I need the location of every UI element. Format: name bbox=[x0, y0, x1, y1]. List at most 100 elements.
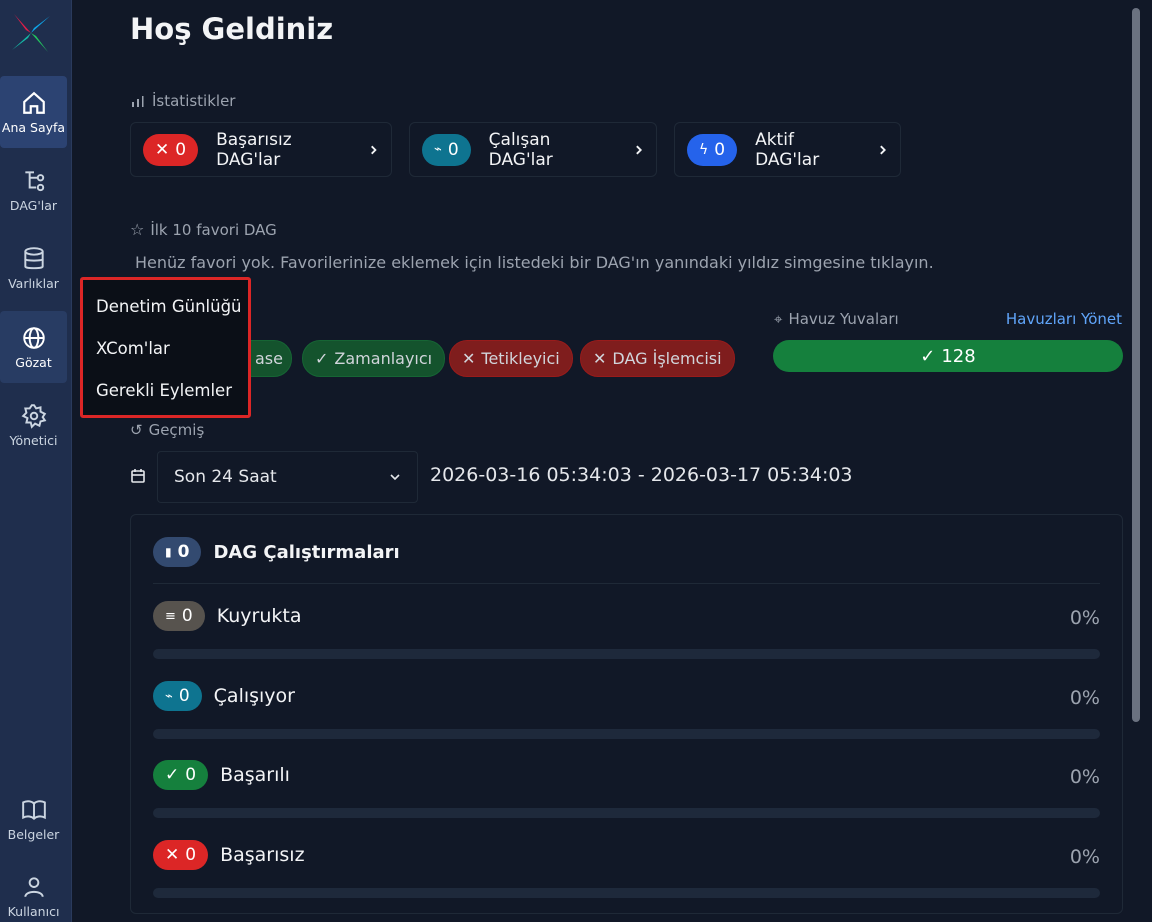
failed-dags-count-badge: ✕ 0 bbox=[143, 133, 199, 166]
check-icon: ✓ bbox=[165, 765, 180, 785]
sidebar-item-label: Ana Sayfa bbox=[1, 119, 66, 135]
pool-icon: ⌖ bbox=[774, 310, 783, 328]
health-badge-label: Zamanlayıcı bbox=[334, 349, 433, 368]
menu-item-audit-log[interactable]: Denetim Günlüğü bbox=[96, 292, 248, 334]
scrollbar[interactable] bbox=[1132, 8, 1140, 722]
user-icon bbox=[23, 876, 44, 897]
chevron-right-icon bbox=[879, 145, 886, 154]
dag-runs-header: ▮ 0 DAG Çalıştırmaları bbox=[153, 537, 400, 567]
check-icon: ✓ bbox=[920, 345, 936, 367]
chevron-right-icon bbox=[370, 145, 377, 154]
gear-icon bbox=[21, 403, 46, 429]
history-heading: ↺ Geçmiş bbox=[130, 421, 204, 439]
active-dags-card[interactable]: ϟ 0 Aktif DAG'lar bbox=[674, 122, 901, 177]
run-progress-bar bbox=[153, 649, 1100, 659]
activity-icon: ⌁ bbox=[165, 688, 173, 704]
run-row-percent: 0% bbox=[1069, 607, 1100, 629]
sidebar: Ana Sayfa DAG'lar Varlıklar Gözat Yöneti… bbox=[0, 0, 72, 922]
dag-runs-count-badge: ▮ 0 bbox=[153, 537, 202, 567]
run-row-success[interactable]: ✓ 0 Başarılı 0% bbox=[153, 760, 1100, 820]
chevron-right-icon bbox=[635, 144, 642, 155]
pool-slots-heading: ⌖ Havuz Yuvaları bbox=[774, 310, 899, 328]
history-label: Geçmiş bbox=[148, 421, 205, 439]
x-icon: ✕ bbox=[165, 845, 180, 865]
health-badge-scheduler[interactable]: ✓ Zamanlayıcı bbox=[302, 340, 446, 377]
sidebar-item-home[interactable]: Ana Sayfa bbox=[0, 76, 67, 148]
stats-label: İstatistikler bbox=[152, 92, 236, 110]
sidebar-item-docs[interactable]: Belgeler bbox=[0, 783, 67, 855]
home-icon bbox=[22, 91, 45, 114]
x-icon: ✕ bbox=[462, 349, 476, 368]
bar-chart-icon: ▮ bbox=[165, 545, 172, 559]
stats-heading: İstatistikler bbox=[130, 92, 235, 110]
menu-item-required-actions[interactable]: Gerekli Eylemler bbox=[96, 376, 248, 418]
sidebar-item-label: Kullanıcı bbox=[7, 903, 60, 919]
health-badge-label: DAG İşlemcisi bbox=[612, 349, 722, 368]
success-count-badge: ✓ 0 bbox=[153, 760, 209, 790]
count: 0 bbox=[178, 686, 190, 706]
count: 0 bbox=[714, 139, 726, 160]
health-badge-triggerer[interactable]: ✕ Tetikleyici bbox=[449, 340, 573, 377]
pool-slots-value: 128 bbox=[941, 345, 976, 367]
run-row-running[interactable]: ⌁ 0 Çalışıyor 0% bbox=[153, 681, 1100, 741]
page-title: Hoş Geldiniz bbox=[130, 12, 334, 46]
x-icon: ✕ bbox=[593, 349, 607, 368]
sidebar-item-admin[interactable]: Yönetici bbox=[0, 389, 67, 461]
health-badge-label: ase bbox=[255, 349, 283, 368]
run-row-label: Çalışıyor bbox=[213, 685, 295, 707]
sidebar-item-label: Belgeler bbox=[7, 826, 60, 842]
count: 0 bbox=[447, 139, 459, 160]
count: 0 bbox=[175, 139, 187, 160]
favorites-empty-message: Henüz favori yok. Favorilerinize eklemek… bbox=[135, 253, 934, 272]
run-row-label: Başarısız bbox=[220, 844, 305, 866]
dags-icon bbox=[24, 170, 44, 191]
running-dags-count-badge: ⌁ 0 bbox=[422, 133, 471, 166]
pool-slots-label: Havuz Yuvaları bbox=[788, 310, 899, 328]
favorites-label: İlk 10 favori DAG bbox=[150, 220, 277, 239]
health-badge-dag-processor[interactable]: ✕ DAG İşlemcisi bbox=[580, 340, 735, 377]
date-range-text: 2026-03-16 05:34:03 - 2026-03-17 05:34:0… bbox=[430, 464, 853, 486]
sidebar-item-browse[interactable]: Gözat bbox=[0, 311, 67, 383]
run-row-label: Kuyrukta bbox=[216, 605, 302, 627]
x-icon: ✕ bbox=[155, 139, 170, 160]
star-icon: ☆ bbox=[130, 220, 145, 239]
favorites-heading: ☆ İlk 10 favori DAG bbox=[130, 220, 277, 239]
history-icon: ↺ bbox=[130, 421, 143, 439]
sidebar-item-dags[interactable]: DAG'lar bbox=[0, 154, 67, 226]
running-dags-card[interactable]: ⌁ 0 Çalışan DAG'lar bbox=[409, 122, 657, 177]
sidebar-item-label: Gözat bbox=[15, 354, 52, 370]
browse-menu: Denetim Günlüğü XCom'lar Gerekli Eylemle… bbox=[80, 277, 251, 418]
count: 0 bbox=[177, 542, 190, 562]
running-count-badge: ⌁ 0 bbox=[153, 681, 202, 711]
pool-slots-bar[interactable]: ✓ 128 bbox=[773, 340, 1123, 372]
chevron-down-icon bbox=[390, 474, 400, 481]
run-row-percent: 0% bbox=[1069, 766, 1100, 788]
run-progress-bar bbox=[153, 808, 1100, 818]
count: 0 bbox=[181, 606, 193, 626]
bar-chart-icon bbox=[132, 96, 144, 107]
run-row-queued[interactable]: ≡ 0 Kuyrukta 0% bbox=[153, 601, 1100, 661]
activity-icon: ⌁ bbox=[434, 142, 442, 157]
sidebar-item-user[interactable]: Kullanıcı bbox=[0, 860, 67, 922]
lightning-icon: ϟ bbox=[699, 141, 709, 158]
dag-runs-title: DAG Çalıştırmaları bbox=[213, 541, 400, 563]
sidebar-item-assets[interactable]: Varlıklar bbox=[0, 232, 67, 304]
active-dags-label: Aktif DAG'lar bbox=[755, 129, 820, 170]
menu-item-xcoms[interactable]: XCom'lar bbox=[96, 334, 248, 376]
failed-dags-card[interactable]: ✕ 0 Başarısız DAG'lar bbox=[130, 122, 392, 177]
run-row-failed[interactable]: ✕ 0 Başarısız 0% bbox=[153, 840, 1100, 900]
airflow-logo[interactable] bbox=[8, 10, 54, 56]
run-row-percent: 0% bbox=[1069, 687, 1100, 709]
run-row-percent: 0% bbox=[1069, 846, 1100, 868]
failed-count-badge: ✕ 0 bbox=[153, 840, 209, 870]
running-dags-label: Çalışan DAG'lar bbox=[488, 129, 553, 170]
manage-pools-link[interactable]: Havuzları Yönet bbox=[1006, 310, 1122, 328]
sidebar-item-label: Varlıklar bbox=[8, 275, 59, 291]
check-icon: ✓ bbox=[315, 349, 329, 368]
time-range-select[interactable]: Son 24 Saat bbox=[157, 451, 418, 503]
sidebar-item-label: DAG'lar bbox=[9, 197, 58, 213]
queued-count-badge: ≡ 0 bbox=[153, 601, 205, 631]
time-range-value: Son 24 Saat bbox=[174, 467, 277, 487]
dag-runs-panel: ▮ 0 DAG Çalıştırmaları ≡ 0 Kuyrukta 0% ⌁… bbox=[130, 514, 1123, 914]
globe-icon bbox=[22, 326, 45, 349]
